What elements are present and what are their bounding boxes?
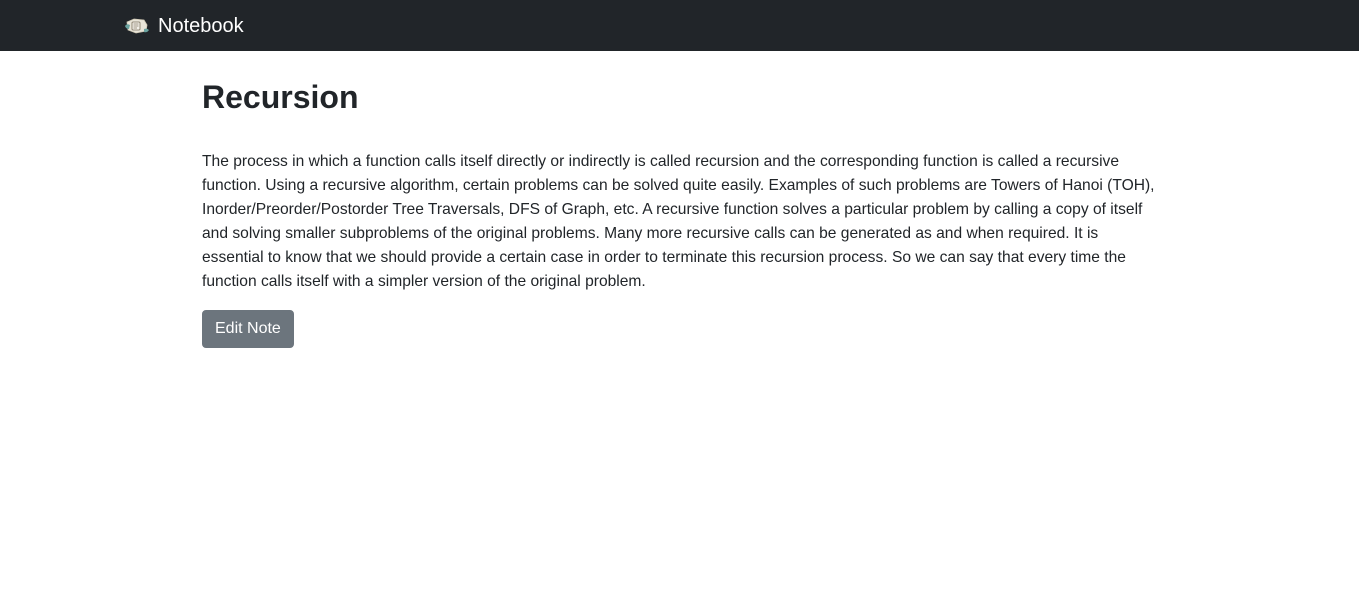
edit-note-button[interactable]: Edit Note (202, 310, 294, 348)
brand-label: Notebook (158, 14, 244, 37)
top-navbar: Notebook (0, 0, 1359, 51)
note-container: Recursion The process in which a functio… (202, 51, 1162, 348)
note-title: Recursion (202, 79, 359, 115)
notebook-icon (124, 16, 150, 36)
note-body: The process in which a function calls it… (202, 153, 1155, 290)
brand-link[interactable]: Notebook (124, 16, 244, 36)
